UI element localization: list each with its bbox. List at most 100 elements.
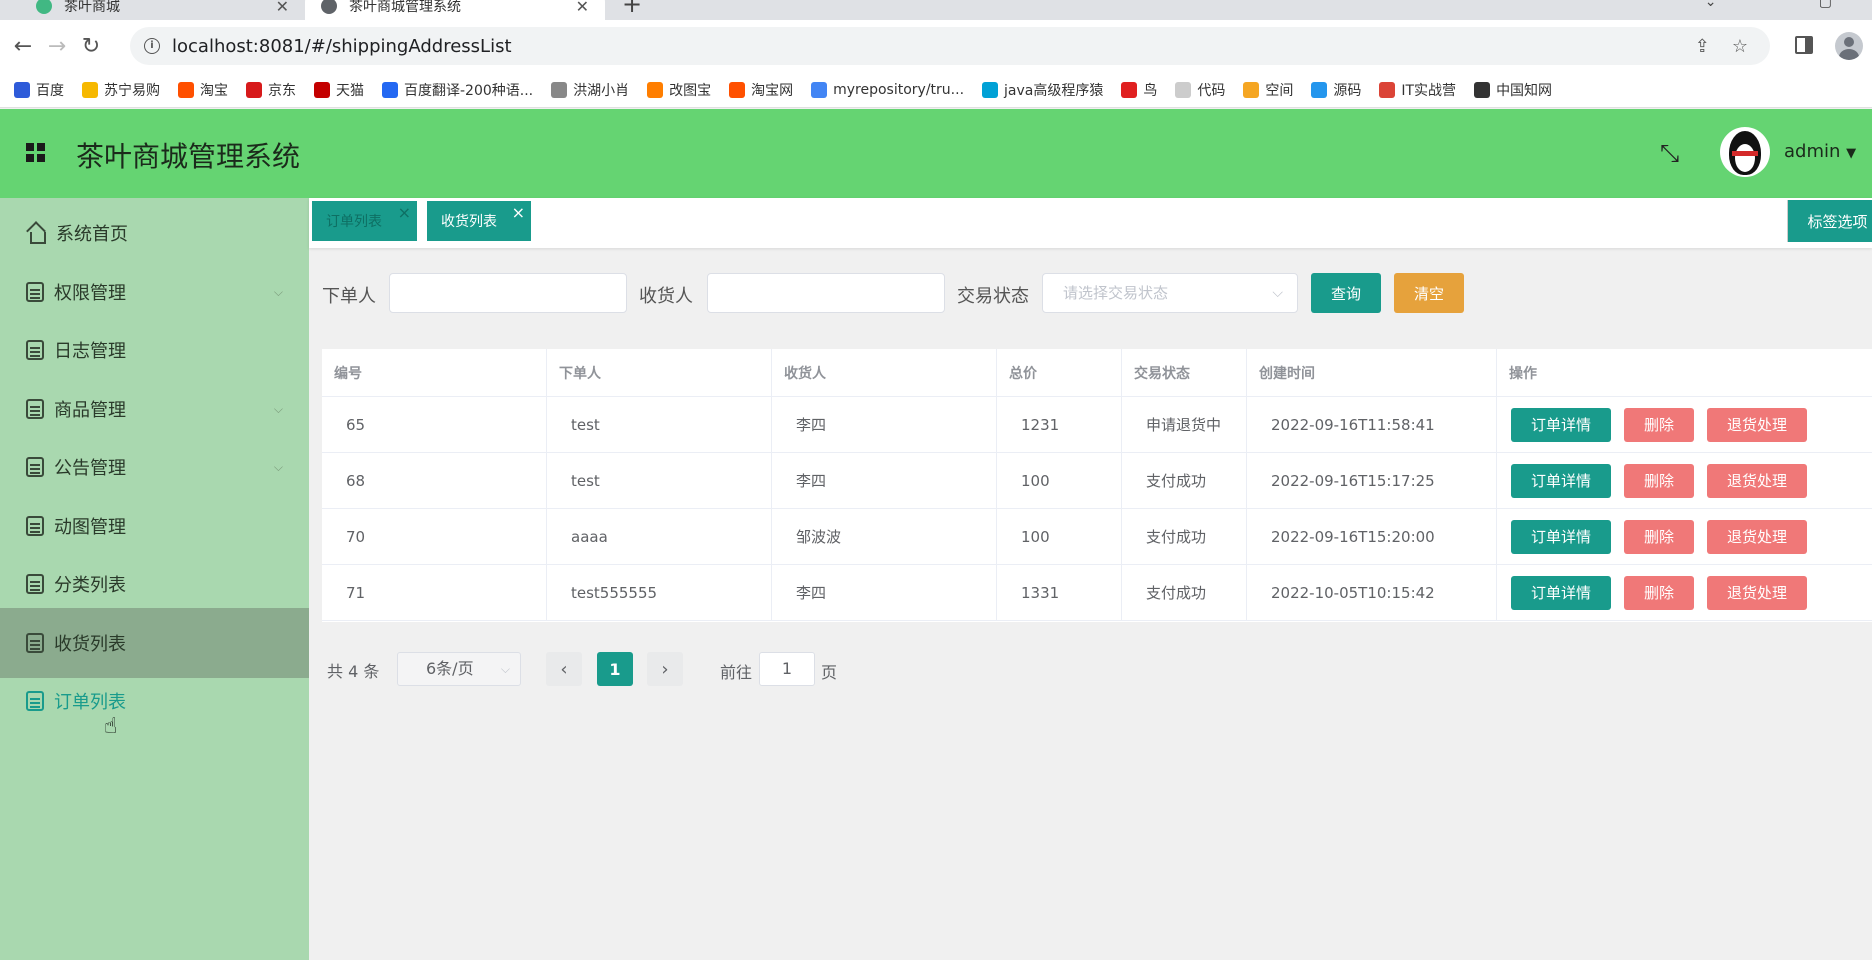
profile-icon[interactable] [1835, 32, 1863, 60]
browser-tab[interactable]: 茶叶商城 ✕ [20, 0, 305, 20]
avatar[interactable] [1720, 127, 1770, 177]
chevron-down-icon[interactable]: ⌵ [274, 402, 283, 417]
receiver-input[interactable] [707, 273, 945, 313]
sidebar-item-label[interactable]: 收货列表 [54, 630, 126, 656]
new-tab-icon[interactable]: + [622, 0, 642, 18]
window-controls-icon[interactable]: ⌄ ▢ [1705, 0, 1832, 10]
prev-page-button[interactable]: ‹ [546, 652, 582, 686]
tag-shipping-list[interactable]: 收货列表 × [427, 201, 531, 241]
bookmark-item[interactable]: 百度 [14, 80, 64, 100]
bookmark-item[interactable]: IT实战营 [1379, 80, 1456, 100]
forward-icon[interactable]: → [40, 34, 74, 59]
bookmark-label[interactable]: 淘宝网 [751, 80, 793, 100]
bookmark-item[interactable]: 改图宝 [647, 80, 711, 100]
bookmark-label[interactable]: 空间 [1265, 80, 1293, 100]
buyer-input[interactable] [389, 273, 627, 313]
tag-options-button[interactable]: 标签选项 [1787, 200, 1872, 242]
bookmark-label[interactable]: 京东 [268, 80, 296, 100]
bookmark-item[interactable]: 源码 [1311, 80, 1361, 100]
sidebar-item-label[interactable]: 动图管理 [54, 513, 126, 539]
query-button[interactable]: 查询 [1311, 273, 1381, 313]
page-size-value[interactable]: 6条/页 [426, 659, 474, 678]
close-icon[interactable]: ✕ [576, 0, 589, 16]
bookmark-item[interactable]: 淘宝 [178, 80, 228, 100]
bookmark-item[interactable]: myrepository/tru... [811, 81, 964, 98]
sidebar-item-label[interactable]: 分类列表 [54, 571, 126, 597]
tag-order-list[interactable]: 订单列表 × [312, 201, 417, 241]
bookmark-label[interactable]: 淘宝 [200, 80, 228, 100]
close-icon[interactable]: × [512, 203, 525, 222]
bookmark-item[interactable]: 代码 [1175, 80, 1225, 100]
bookmark-item[interactable]: 鸟 [1121, 80, 1157, 100]
goto-page-input[interactable]: 1 [759, 652, 815, 686]
bookmark-label[interactable]: IT实战营 [1401, 80, 1456, 100]
close-icon[interactable]: ✕ [276, 0, 289, 16]
chevron-down-icon[interactable]: ⌵ [274, 460, 283, 475]
sidebar-item-label[interactable]: 系统首页 [56, 220, 128, 246]
return-process-button[interactable]: 退货处理 [1707, 407, 1807, 442]
return-process-button[interactable]: 退货处理 [1707, 463, 1807, 498]
close-icon[interactable]: × [398, 203, 411, 222]
fullscreen-icon[interactable]: ⤡ [1660, 139, 1679, 167]
url-field[interactable]: i localhost:8081/#/shippingAddressList ⇪… [130, 27, 1770, 65]
chevron-right-icon[interactable]: › [661, 659, 668, 680]
bookmark-label[interactable]: 苏宁易购 [104, 80, 160, 100]
bookmark-item[interactable]: 百度翻译-200种语... [382, 80, 533, 100]
tag-label[interactable]: 收货列表 [441, 211, 497, 231]
side-panel-icon[interactable] [1795, 36, 1813, 54]
bookmark-label[interactable]: 中国知网 [1496, 80, 1552, 100]
bookmark-label[interactable]: 天猫 [336, 80, 364, 100]
user-menu[interactable]: admin ▼ [1784, 141, 1856, 162]
bookmark-label[interactable]: 百度 [36, 80, 64, 100]
sidebar-item-label[interactable]: 公告管理 [54, 454, 126, 480]
sidebar-item-label[interactable]: 订单列表 [54, 688, 126, 714]
order-detail-button[interactable]: 订单详情 [1511, 463, 1611, 498]
return-process-button[interactable]: 退货处理 [1707, 519, 1807, 554]
grid-menu-icon[interactable] [26, 143, 46, 163]
bookmark-label[interactable]: 源码 [1333, 80, 1361, 100]
username[interactable]: admin [1784, 141, 1840, 162]
bookmark-label[interactable]: 代码 [1197, 80, 1225, 100]
bookmark-label[interactable]: 洪湖小肖 [573, 80, 629, 100]
order-detail-button[interactable]: 订单详情 [1511, 575, 1611, 610]
bookmark-star-icon[interactable]: ☆ [1732, 36, 1748, 57]
info-icon[interactable]: i [144, 38, 160, 54]
bookmark-item[interactable]: 天猫 [314, 80, 364, 100]
next-page-button[interactable]: › [647, 652, 683, 686]
sidebar-item-label[interactable]: 权限管理 [54, 279, 126, 305]
browser-tab-active[interactable]: 茶叶商城管理系统 ✕ [305, 0, 605, 20]
bookmark-label[interactable]: java高级程序猿 [1004, 80, 1103, 100]
bookmark-item[interactable]: 淘宝网 [729, 80, 793, 100]
sidebar-item-label[interactable]: 商品管理 [54, 396, 126, 422]
bookmark-item[interactable]: 空间 [1243, 80, 1293, 100]
share-icon[interactable]: ⇪ [1695, 36, 1710, 57]
clear-button[interactable]: 清空 [1394, 273, 1464, 313]
bookmark-item[interactable]: 京东 [246, 80, 296, 100]
page-number-current[interactable]: 1 [597, 652, 633, 686]
bookmark-item[interactable]: java高级程序猿 [982, 80, 1103, 100]
sidebar-item-label[interactable]: 日志管理 [54, 337, 126, 363]
status-placeholder[interactable]: 请选择交易状态 [1063, 284, 1168, 302]
reload-icon[interactable]: ↻ [74, 34, 108, 59]
sidebar-item[interactable]: 订单列表 [0, 666, 309, 736]
tag-label[interactable]: 订单列表 [326, 211, 382, 231]
delete-button[interactable]: 删除 [1624, 575, 1694, 610]
delete-button[interactable]: 删除 [1624, 519, 1694, 554]
bookmark-item[interactable]: 洪湖小肖 [551, 80, 629, 100]
url-text[interactable]: localhost:8081/#/shippingAddressList [172, 36, 1695, 57]
chevron-down-icon[interactable]: ⌵ [501, 653, 510, 685]
chevron-left-icon[interactable]: ‹ [560, 659, 567, 680]
bookmark-item[interactable]: 中国知网 [1474, 80, 1552, 100]
chevron-down-icon[interactable]: ⌵ [1272, 274, 1283, 312]
caret-down-icon[interactable]: ▼ [1846, 146, 1856, 161]
order-detail-button[interactable]: 订单详情 [1511, 407, 1611, 442]
delete-button[interactable]: 删除 [1624, 463, 1694, 498]
return-process-button[interactable]: 退货处理 [1707, 575, 1807, 610]
page-size-select[interactable]: 6条/页 ⌵ [397, 652, 521, 686]
back-icon[interactable]: ← [6, 34, 40, 59]
status-select[interactable]: 请选择交易状态 ⌵ [1042, 273, 1298, 313]
bookmark-item[interactable]: 苏宁易购 [82, 80, 160, 100]
bookmark-label[interactable]: 百度翻译-200种语... [404, 80, 533, 100]
bookmark-label[interactable]: 鸟 [1143, 80, 1157, 100]
chevron-down-icon[interactable]: ⌵ [274, 285, 283, 300]
